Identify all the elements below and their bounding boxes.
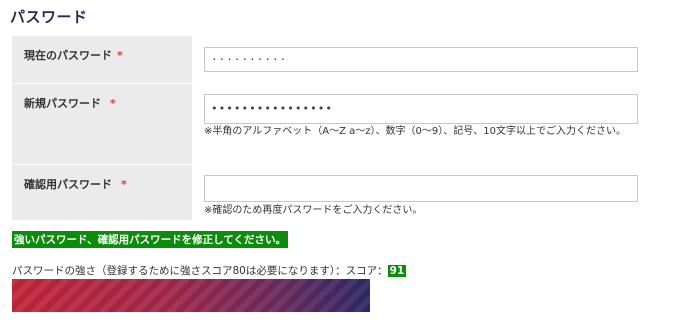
new-password-label: 新規パスワード * bbox=[24, 97, 116, 110]
new-password-input[interactable]: •••••••••••••••• bbox=[204, 94, 638, 124]
confirm-password-row: 確認用パスワード * ※確認のため再度パスワードをご入力ください。 bbox=[12, 165, 665, 220]
confirm-password-label: 確認用パスワード * bbox=[24, 178, 127, 191]
current-password-row: 現在のパスワード * ·········· bbox=[12, 36, 665, 83]
strength-meter bbox=[12, 279, 370, 312]
strength-label-line: パスワードの強さ（登録するために強さスコア80は必要になります）：スコア： 91 bbox=[12, 263, 407, 278]
current-password-input[interactable]: ·········· bbox=[204, 47, 638, 72]
new-password-row: 新規パスワード * •••••••••••••••• ※半角のアルファベット（A〜… bbox=[12, 84, 665, 164]
required-mark: * bbox=[121, 178, 127, 191]
new-password-hint: ※半角のアルファベット（A〜Z a〜z）、数字（0〜9）、記号、10文字以上でご… bbox=[204, 126, 626, 137]
strength-label: パスワードの強さ（登録するために強さスコア80は必要になります）：スコア： bbox=[12, 265, 388, 277]
current-password-label-cell: 現在のパスワード * bbox=[12, 36, 192, 83]
required-mark: * bbox=[117, 49, 123, 62]
confirm-password-hint: ※確認のため再度パスワードをご入力ください。 bbox=[204, 205, 423, 216]
required-mark: * bbox=[110, 97, 116, 110]
current-password-label: 現在のパスワード * bbox=[24, 49, 123, 62]
page-title: パスワード bbox=[10, 8, 88, 26]
error-message: 強いパスワード、確認用パスワードを修正してください。 bbox=[12, 231, 288, 248]
strength-score-badge: 91 bbox=[387, 265, 407, 277]
strength-meter-fill bbox=[12, 279, 370, 312]
confirm-password-label-cell: 確認用パスワード * bbox=[12, 165, 192, 220]
confirm-password-input[interactable] bbox=[204, 175, 638, 202]
new-password-label-cell: 新規パスワード * bbox=[12, 84, 192, 164]
